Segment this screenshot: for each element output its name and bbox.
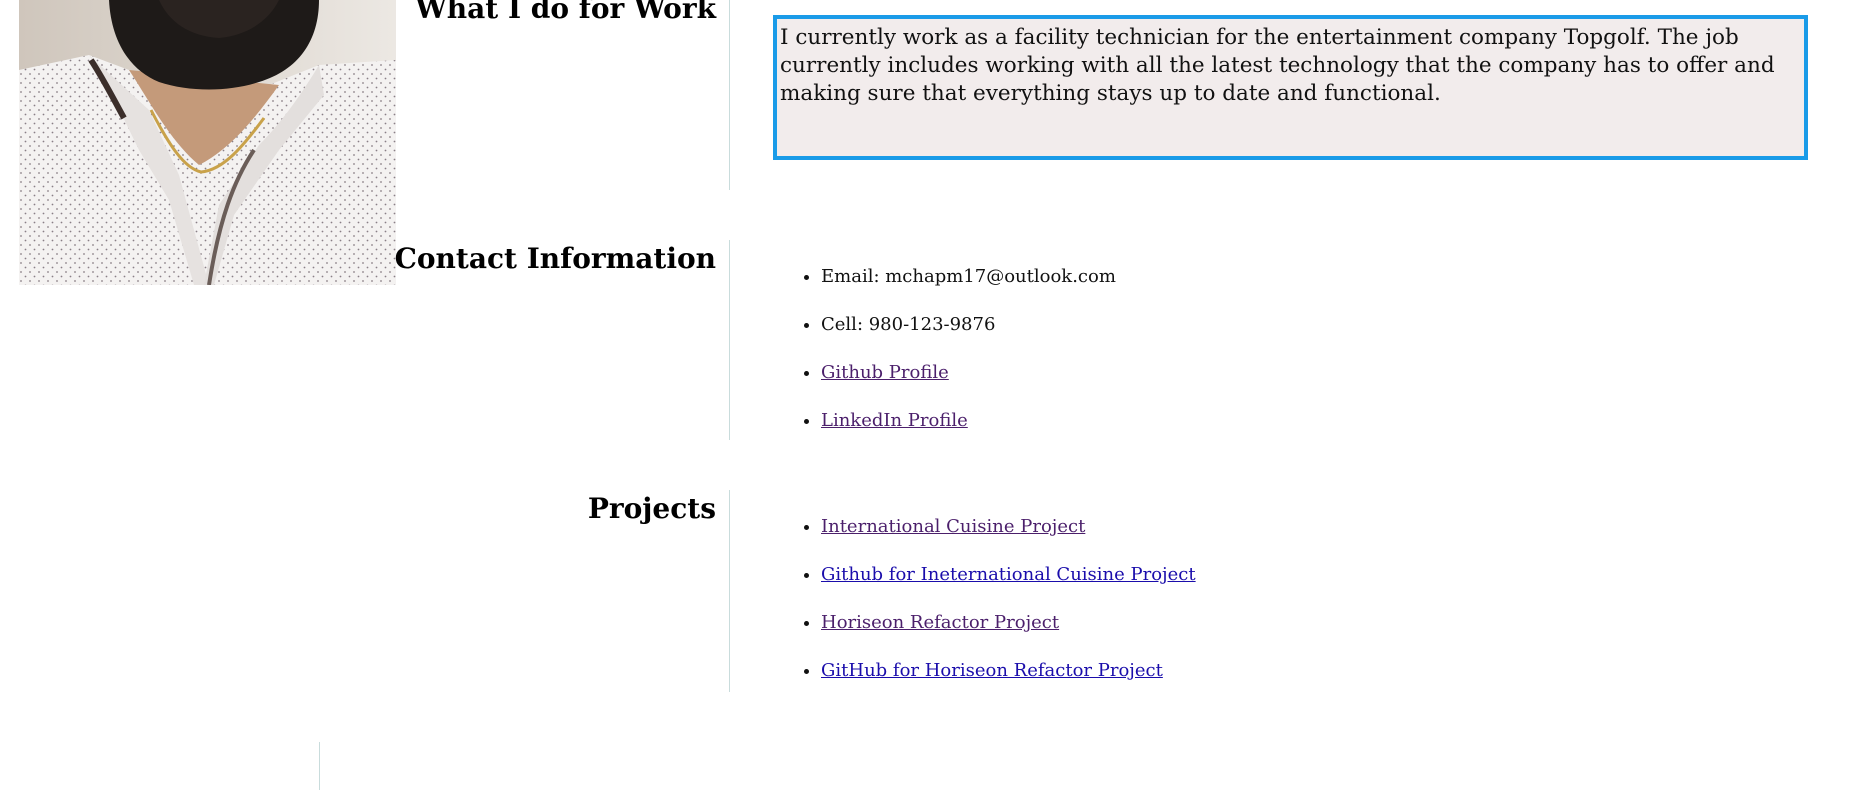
github-international-cuisine-link[interactable]: Github for Ineternational Cuisine Projec… <box>821 564 1196 585</box>
section-divider <box>729 240 730 440</box>
projects-list: International Cuisine Project Github for… <box>778 516 1196 708</box>
section-divider <box>729 0 730 190</box>
work-heading: What I do for Work <box>415 0 716 25</box>
list-item: GitHub for Horiseon Refactor Project <box>821 660 1196 682</box>
international-cuisine-project-link[interactable]: International Cuisine Project <box>821 516 1085 537</box>
list-item: International Cuisine Project <box>821 516 1196 538</box>
list-item: Github for Ineternational Cuisine Projec… <box>821 564 1196 586</box>
github-horiseon-refactor-link[interactable]: GitHub for Horiseon Refactor Project <box>821 660 1163 681</box>
contact-list: Email: mchapm17@outlook.com Cell: 980-12… <box>778 266 1116 458</box>
profile-photo <box>19 0 396 285</box>
linkedin-profile-link[interactable]: LinkedIn Profile <box>821 410 968 431</box>
contact-heading: Contact Information <box>394 242 716 275</box>
section-divider <box>729 490 730 692</box>
projects-heading: Projects <box>587 492 716 525</box>
horiseon-refactor-project-link[interactable]: Horiseon Refactor Project <box>821 612 1059 633</box>
list-item: Github Profile <box>821 362 1116 384</box>
list-item: Email: mchapm17@outlook.com <box>821 266 1116 288</box>
list-item: Cell: 980-123-9876 <box>821 314 1116 336</box>
work-description-textbox[interactable]: I currently work as a facility technicia… <box>773 15 1808 160</box>
github-profile-link[interactable]: Github Profile <box>821 362 949 383</box>
list-item: Horiseon Refactor Project <box>821 612 1196 634</box>
section-divider <box>319 742 320 790</box>
cell-text: Cell: 980-123-9876 <box>821 314 996 335</box>
list-item: LinkedIn Profile <box>821 410 1116 432</box>
email-text: Email: mchapm17@outlook.com <box>821 266 1116 287</box>
